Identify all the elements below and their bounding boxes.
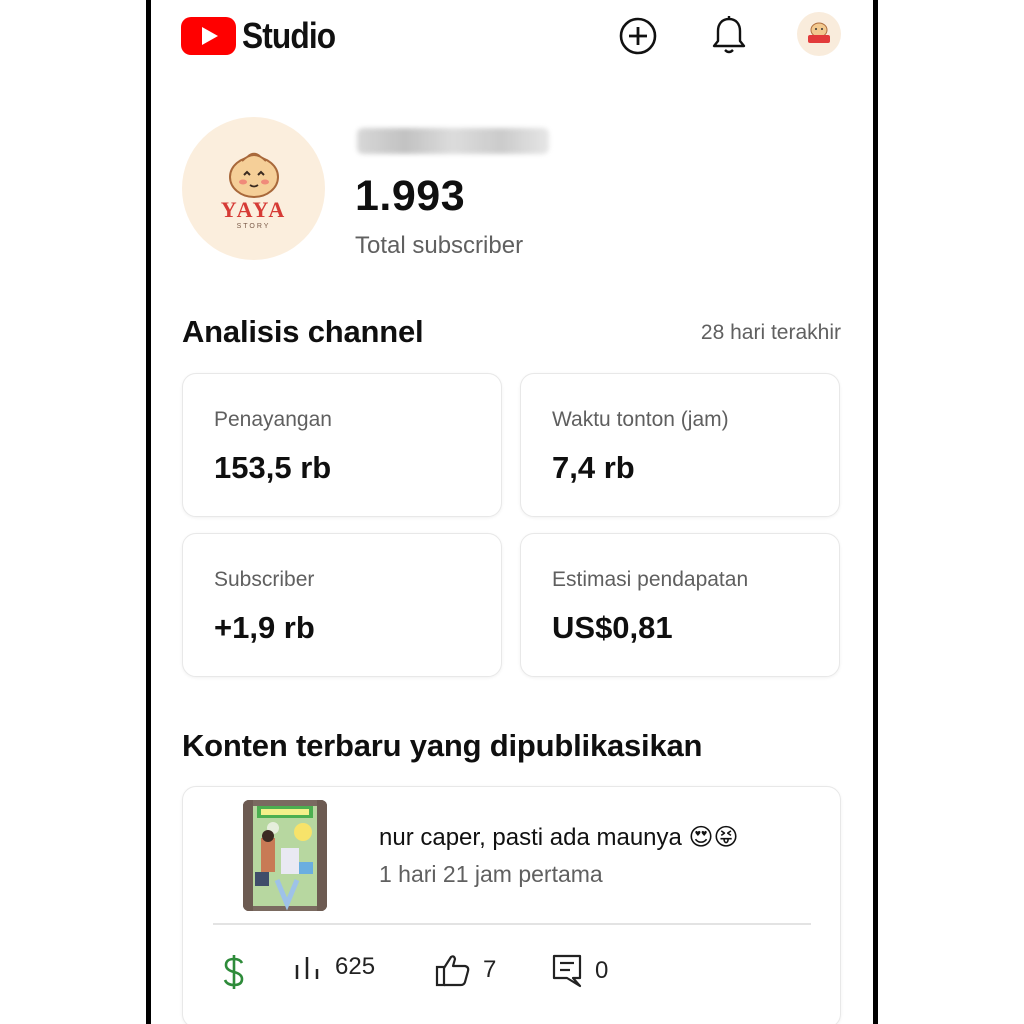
video-time-period: 1 hari 21 jam pertama	[379, 861, 603, 887]
likes-count: 7	[483, 956, 497, 983]
avatar-icon	[808, 22, 830, 43]
card-watch-time[interactable]: Waktu tonton (jam) 7,4 rb	[520, 373, 840, 517]
card-views[interactable]: Penayangan 153,5 rb	[182, 373, 502, 517]
monetization-status[interactable]	[221, 953, 247, 991]
account-avatar[interactable]	[797, 12, 841, 56]
card-revenue[interactable]: Estimasi pendapatan US$0,81	[520, 533, 840, 677]
youtube-logo-icon	[181, 17, 236, 55]
bell-icon	[712, 16, 746, 54]
video-thumbnail[interactable]	[243, 800, 327, 911]
views-count: 625	[335, 953, 376, 980]
card-label: Estimasi pendapatan	[552, 568, 749, 591]
studio-logo[interactable]: Studio	[181, 15, 348, 57]
comments-count: 0	[595, 957, 609, 984]
card-value: 153,5 rb	[214, 450, 332, 485]
channel-logo-text: YAYA	[220, 197, 287, 222]
subscriber-count: 1.993	[355, 172, 466, 220]
comments-stat[interactable]: 0	[551, 953, 608, 989]
views-stat[interactable]: 625	[293, 953, 375, 981]
recent-content-title: Konten terbaru yang dipublikasikan	[182, 728, 703, 763]
comment-icon	[552, 954, 582, 988]
channel-avatar[interactable]: YAYA STORY	[182, 117, 325, 260]
card-value: US$0,81	[552, 610, 673, 645]
notifications-button[interactable]	[707, 14, 751, 58]
card-subscribers[interactable]: Subscriber +1,9 rb	[182, 533, 502, 677]
likes-stat[interactable]: 7	[435, 953, 496, 987]
add-circle-icon	[619, 17, 657, 55]
card-label: Subscriber	[214, 568, 315, 591]
channel-name-redacted	[357, 128, 549, 154]
latest-video-card[interactable]: nur caper, pasti ada maunya 😍😝 1 hari 21…	[182, 786, 841, 1024]
card-label: Waktu tonton (jam)	[552, 408, 729, 431]
frame-border-right	[873, 0, 878, 1024]
card-value: +1,9 rb	[214, 610, 315, 645]
card-label: Penayangan	[214, 408, 332, 431]
create-button[interactable]	[616, 14, 660, 58]
card-value: 7,4 rb	[552, 450, 635, 485]
analytics-period: 28 hari terakhir	[700, 321, 841, 344]
analytics-title: Analisis channel	[182, 314, 424, 349]
studio-screen: Studio YAYA STORY 1.993 Total subscriber…	[151, 0, 873, 1024]
thumbs-up-icon	[435, 955, 470, 987]
channel-logo-subtext: STORY	[236, 223, 271, 230]
divider	[213, 923, 811, 925]
bar-chart-icon	[295, 957, 319, 979]
logo-text: Studio	[242, 15, 336, 56]
dollar-icon	[223, 955, 244, 989]
subscriber-label: Total subscriber	[355, 232, 524, 259]
video-title[interactable]: nur caper, pasti ada maunya 😍😝	[379, 823, 739, 852]
